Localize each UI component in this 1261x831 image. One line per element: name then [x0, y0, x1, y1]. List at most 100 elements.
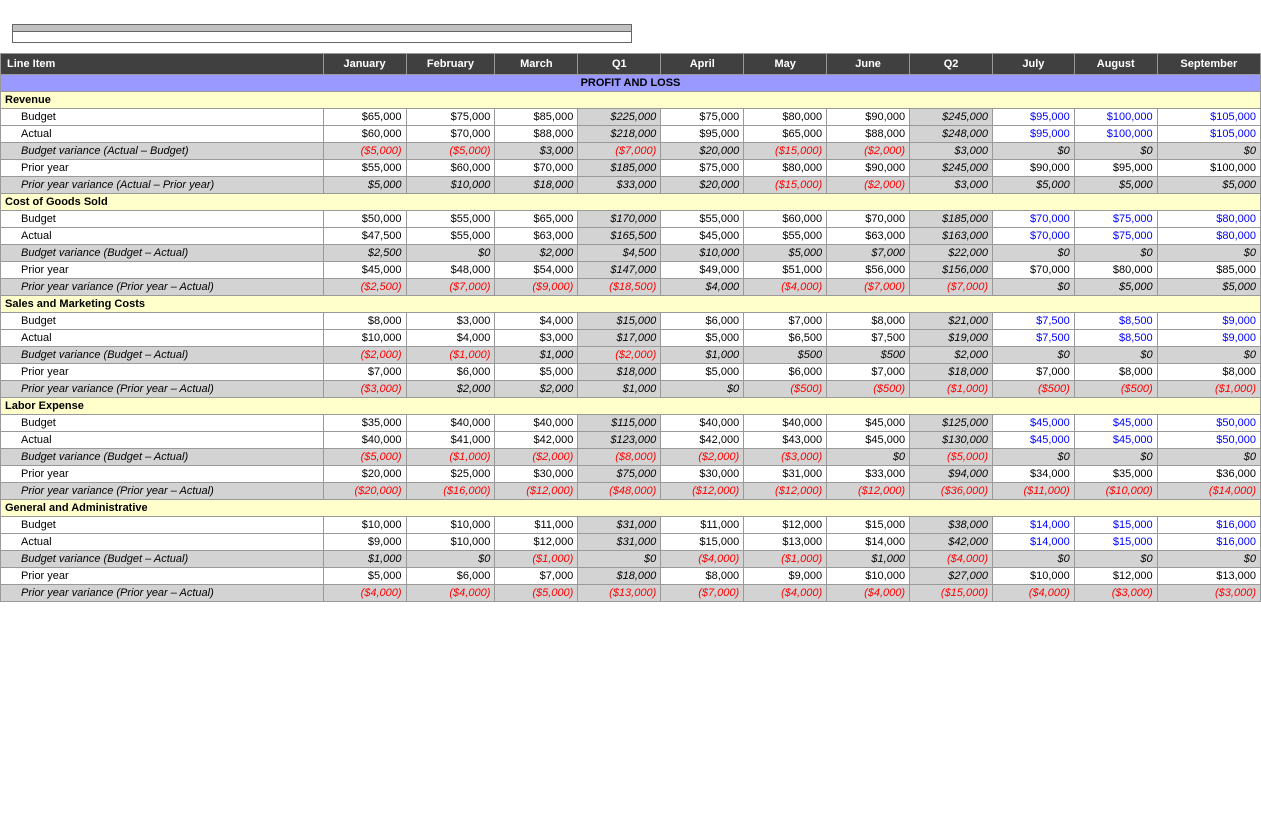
- cell-value: ($500): [744, 381, 827, 398]
- row-label: Prior year: [1, 364, 324, 381]
- cell-value: $35,000: [323, 415, 406, 432]
- row-label: Budget variance (Budget – Actual): [1, 245, 324, 262]
- cell-value: $10,000: [827, 568, 910, 585]
- cell-value: ($4,000): [744, 585, 827, 602]
- cell-value: $123,000: [578, 432, 661, 449]
- cell-value: $5,000: [661, 330, 744, 347]
- cell-value: ($4,000): [993, 585, 1075, 602]
- col-january: January: [323, 54, 406, 75]
- cell-value: $75,000: [661, 109, 744, 126]
- cell-value: $88,000: [827, 126, 910, 143]
- cell-value: ($4,000): [827, 585, 910, 602]
- row-label: Actual: [1, 126, 324, 143]
- cell-value: $0: [1074, 551, 1157, 568]
- cell-value: $47,500: [323, 228, 406, 245]
- cell-value: ($3,000): [323, 381, 406, 398]
- cell-value: $22,000: [910, 245, 993, 262]
- cell-value: $14,000: [827, 534, 910, 551]
- cell-value: $6,000: [744, 364, 827, 381]
- cell-value: $55,000: [661, 211, 744, 228]
- cell-value: $5,000: [495, 364, 578, 381]
- cell-value: $31,000: [744, 466, 827, 483]
- cell-value: ($2,500): [323, 279, 406, 296]
- cell-value: $0: [661, 381, 744, 398]
- model-key: [12, 24, 632, 43]
- cell-value: $63,000: [827, 228, 910, 245]
- cell-value: ($12,000): [495, 483, 578, 500]
- cell-value: $0: [1157, 551, 1260, 568]
- cell-value: $1,000: [578, 381, 661, 398]
- cell-value: $0: [1074, 143, 1157, 160]
- row-label: Budget: [1, 415, 324, 432]
- table-row: Budget variance (Budget – Actual)($5,000…: [1, 449, 1261, 466]
- cell-value: $38,000: [910, 517, 993, 534]
- cell-value: $10,000: [406, 534, 495, 551]
- cell-value: $45,000: [323, 262, 406, 279]
- cell-value: $5,000: [661, 364, 744, 381]
- cell-value: ($4,000): [406, 585, 495, 602]
- col-may: May: [744, 54, 827, 75]
- model-key-title: [13, 25, 631, 32]
- category-title: Labor Expense: [1, 398, 1261, 415]
- cell-value: ($15,000): [910, 585, 993, 602]
- cell-value: ($2,000): [827, 143, 910, 160]
- cell-value: $80,000: [744, 109, 827, 126]
- cell-value: $70,000: [827, 211, 910, 228]
- table-row: Budget$35,000$40,000$40,000$115,000$40,0…: [1, 415, 1261, 432]
- cell-value: $18,000: [495, 177, 578, 194]
- cell-value: $500: [744, 347, 827, 364]
- cell-value: $2,000: [406, 381, 495, 398]
- cell-value: $0: [1074, 449, 1157, 466]
- cell-value: $75,000: [1074, 228, 1157, 245]
- cell-value: ($9,000): [495, 279, 578, 296]
- cell-value: ($11,000): [993, 483, 1075, 500]
- cell-value: $42,000: [910, 534, 993, 551]
- table-row: Budget$50,000$55,000$65,000$170,000$55,0…: [1, 211, 1261, 228]
- cell-value: $80,000: [1157, 211, 1260, 228]
- cell-value: $1,000: [827, 551, 910, 568]
- cell-value: $20,000: [661, 143, 744, 160]
- cell-value: $80,000: [1074, 262, 1157, 279]
- cell-value: ($3,000): [744, 449, 827, 466]
- cell-value: $60,000: [744, 211, 827, 228]
- cell-value: $105,000: [1157, 109, 1260, 126]
- cell-value: $49,000: [661, 262, 744, 279]
- cell-value: $45,000: [1074, 415, 1157, 432]
- category-title: Sales and Marketing Costs: [1, 296, 1261, 313]
- cell-value: $42,000: [661, 432, 744, 449]
- cell-value: $90,000: [993, 160, 1075, 177]
- cell-value: $0: [1074, 347, 1157, 364]
- cell-value: ($18,500): [578, 279, 661, 296]
- cell-value: $10,000: [993, 568, 1075, 585]
- cell-value: $15,000: [1074, 534, 1157, 551]
- cell-value: $8,000: [323, 313, 406, 330]
- cell-value: ($20,000): [323, 483, 406, 500]
- cell-value: $125,000: [910, 415, 993, 432]
- cell-value: ($5,000): [323, 143, 406, 160]
- row-label: Budget variance (Budget – Actual): [1, 347, 324, 364]
- cell-value: ($5,000): [910, 449, 993, 466]
- cell-value: ($12,000): [661, 483, 744, 500]
- cell-value: $5,000: [323, 177, 406, 194]
- table-row: Budget$65,000$75,000$85,000$225,000$75,0…: [1, 109, 1261, 126]
- cell-value: $75,000: [661, 160, 744, 177]
- cell-value: $60,000: [406, 160, 495, 177]
- table-row: Budget variance (Budget – Actual)$1,000$…: [1, 551, 1261, 568]
- cell-value: $3,000: [910, 143, 993, 160]
- table-row: Budget$8,000$3,000$4,000$15,000$6,000$7,…: [1, 313, 1261, 330]
- table-row: Prior year variance (Actual – Prior year…: [1, 177, 1261, 194]
- cell-value: ($3,000): [1157, 585, 1260, 602]
- table-row: Actual$47,500$55,000$63,000$165,500$45,0…: [1, 228, 1261, 245]
- cell-value: $0: [1157, 347, 1260, 364]
- cell-value: $7,000: [827, 364, 910, 381]
- cell-value: $18,000: [578, 364, 661, 381]
- category-header: General and Administrative: [1, 500, 1261, 517]
- cell-value: $130,000: [910, 432, 993, 449]
- cell-value: $85,000: [495, 109, 578, 126]
- cell-value: ($4,000): [744, 279, 827, 296]
- table-row: Prior year$55,000$60,000$70,000$185,000$…: [1, 160, 1261, 177]
- cell-value: $165,500: [578, 228, 661, 245]
- table-row: Prior year variance (Prior year – Actual…: [1, 483, 1261, 500]
- cell-value: $16,000: [1157, 534, 1260, 551]
- cell-value: $9,000: [744, 568, 827, 585]
